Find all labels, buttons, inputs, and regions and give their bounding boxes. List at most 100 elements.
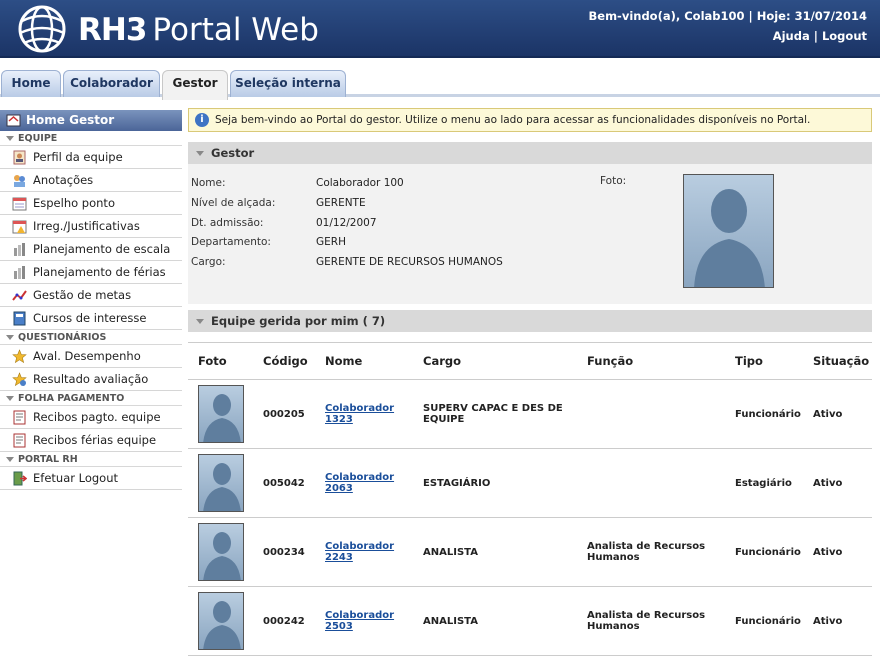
employee-photo[interactable] xyxy=(198,385,244,443)
funcao-line-1: Analista de Recursos xyxy=(587,541,706,552)
employee-photo[interactable] xyxy=(198,454,244,512)
receipt-icon xyxy=(13,433,26,447)
header: RH3 Portal Web Bem-vindo(a), Colab100 | H… xyxy=(0,0,880,58)
cell-funcao xyxy=(577,379,725,449)
globe-logo-icon xyxy=(18,5,66,53)
collapse-arrow-icon xyxy=(6,135,14,141)
sidebar-title-label: Home Gestor xyxy=(26,113,115,127)
brand-title: RH3 Portal Web xyxy=(78,12,319,48)
cell-cargo: ANALISTA xyxy=(413,517,577,587)
tab-selecao-interna[interactable]: Seleção interna xyxy=(230,70,346,97)
gestor-panel-header[interactable]: Gestor xyxy=(188,142,872,164)
field-value-cargo: GERENTE DE RECURSOS HUMANOS xyxy=(316,256,503,268)
cell-tipo: Funcionário xyxy=(725,379,803,449)
employee-photo[interactable] xyxy=(198,523,244,581)
sidebar-item-recibos-ferias[interactable]: Recibos férias equipe xyxy=(0,429,182,452)
cell-tipo: Funcionário xyxy=(725,586,803,656)
field-label-nivel: Nível de alçada: xyxy=(191,197,276,209)
funcao-line-2: Humanos xyxy=(587,552,640,563)
sidebar-item-gestao-metas[interactable]: Gestão de metas xyxy=(0,284,182,307)
user-card-icon xyxy=(13,150,26,164)
cell-nome: Colaborador 2243 xyxy=(315,517,413,587)
notice-text: Seja bem-vindo ao Portal do gestor. Util… xyxy=(215,114,811,126)
cell-foto xyxy=(188,586,253,656)
star-user-icon xyxy=(12,348,27,363)
cell-funcao: Analista de Recursos Humanos xyxy=(577,517,725,587)
sidebar-item-aval-desempenho[interactable]: Aval. Desempenho xyxy=(0,345,182,368)
welcome-text: Bem-vindo(a), Colab100 | Hoje: 31/07/201… xyxy=(588,9,868,23)
main-tabs: Home Colaborador Gestor Seleção interna xyxy=(0,70,880,100)
sidebar-item-planejamento-escala[interactable]: Planejamento de escala xyxy=(0,238,182,261)
equipe-panel-title: Equipe gerida por mim ( 7) xyxy=(211,314,386,328)
sidebar-item-espelho-ponto[interactable]: Espelho ponto xyxy=(0,192,182,215)
sidebar-section-questionarios: QUESTIONÁRIOS xyxy=(0,330,182,345)
star-user-icon xyxy=(12,371,27,386)
field-value-nivel: GERENTE xyxy=(316,197,366,209)
header-separator: | xyxy=(813,29,818,43)
field-label-departamento: Departamento: xyxy=(191,236,271,248)
sidebar-item-label: Perfil da equipe xyxy=(33,150,123,164)
sidebar-item-label: Irreg./Justificativas xyxy=(33,219,140,233)
logout-link[interactable]: Logout xyxy=(822,29,867,43)
sidebar-item-label: Recibos pagto. equipe xyxy=(33,410,161,424)
cell-tipo: Funcionário xyxy=(725,517,803,587)
cell-codigo: 000205 xyxy=(253,379,315,449)
sidebar-item-perfil-equipe[interactable]: Perfil da equipe xyxy=(0,146,182,169)
name-line-2: 2063 xyxy=(325,483,353,494)
gestor-photo xyxy=(683,174,774,288)
cell-situacao: Ativo xyxy=(803,517,872,587)
sidebar-item-recibos-pagto[interactable]: Recibos pagto. equipe xyxy=(0,406,182,429)
calendar-icon xyxy=(12,197,27,210)
employee-name-link[interactable]: Colaborador 2063 xyxy=(325,472,394,494)
table-header-row: Foto Código Nome Cargo Função Tipo Situa… xyxy=(188,342,872,380)
sidebar: Home Gestor EQUIPE Perfil da equipe Anot… xyxy=(0,110,182,490)
sidebar-item-label: Planejamento de férias xyxy=(33,265,166,279)
sidebar-item-irregularidades[interactable]: Irreg./Justificativas xyxy=(0,215,182,238)
equipe-panel-header[interactable]: Equipe gerida por mim ( 7) xyxy=(188,310,872,332)
sidebar-item-anotacoes[interactable]: Anotações xyxy=(0,169,182,192)
sidebar-item-efetuar-logout[interactable]: Efetuar Logout xyxy=(0,467,182,490)
column-header-codigo: Código xyxy=(253,342,315,380)
cell-situacao: Ativo xyxy=(803,379,872,449)
avatar-placeholder-icon xyxy=(203,463,241,511)
column-header-situacao: Situação xyxy=(803,342,872,380)
avatar-placeholder-icon xyxy=(203,601,241,649)
name-line-1: Colaborador xyxy=(325,610,395,621)
tab-colaborador[interactable]: Colaborador xyxy=(63,70,160,97)
field-label-cargo: Cargo: xyxy=(191,256,226,268)
employee-name-link[interactable]: Colaborador 1323 xyxy=(325,403,394,425)
cell-cargo: SUPERV CAPAC E DES DE EQUIPE xyxy=(413,379,577,449)
cell-situacao: Ativo xyxy=(803,586,872,656)
logout-icon xyxy=(13,471,27,485)
sidebar-item-resultado-avaliacao[interactable]: Resultado avaliação xyxy=(0,368,182,391)
help-link[interactable]: Ajuda xyxy=(773,29,810,43)
avatar-placeholder-icon xyxy=(203,394,241,442)
table-row: 005042 Colaborador 2063 ESTAGIÁRIO Estagiári… xyxy=(188,448,872,518)
cell-foto xyxy=(188,379,253,449)
sidebar-item-label: Recibos férias equipe xyxy=(33,433,157,447)
sidebar-item-cursos-interesse[interactable]: Cursos de interesse xyxy=(0,307,182,330)
employee-photo[interactable] xyxy=(198,592,244,650)
sidebar-title[interactable]: Home Gestor xyxy=(0,110,182,131)
tab-gestor[interactable]: Gestor xyxy=(162,70,228,100)
cargo-line-2: EQUIPE xyxy=(423,414,465,425)
cell-codigo: 005042 xyxy=(253,448,315,518)
cell-funcao: Analista de Recursos Humanos xyxy=(577,586,725,656)
cell-funcao xyxy=(577,448,725,518)
employee-name-link[interactable]: Colaborador 2503 xyxy=(325,610,394,632)
brand-rh3: RH3 xyxy=(78,12,147,48)
cell-codigo: 000234 xyxy=(253,517,315,587)
cell-cargo: ESTAGIÁRIO xyxy=(413,448,577,518)
cell-tipo: Estagiário xyxy=(725,448,803,518)
employee-name-link[interactable]: Colaborador 2243 xyxy=(325,541,394,563)
cargo-line-1: SUPERV CAPAC E DES DE xyxy=(423,403,563,414)
field-value-nome: Colaborador 100 xyxy=(316,177,404,189)
tab-home[interactable]: Home xyxy=(1,70,61,97)
sidebar-item-planejamento-ferias[interactable]: Planejamento de férias xyxy=(0,261,182,284)
cargo-line-1: ANALISTA xyxy=(423,546,478,558)
table-row: 000234 Colaborador 2243 ANALISTA Analista de… xyxy=(188,517,872,587)
main-content: i Seja bem-vindo ao Portal do gestor. Ut… xyxy=(188,108,872,656)
cargo-line-1: ESTAGIÁRIO xyxy=(423,477,491,489)
avatar-placeholder-icon xyxy=(203,532,241,580)
section-title: PORTAL RH xyxy=(18,453,78,465)
